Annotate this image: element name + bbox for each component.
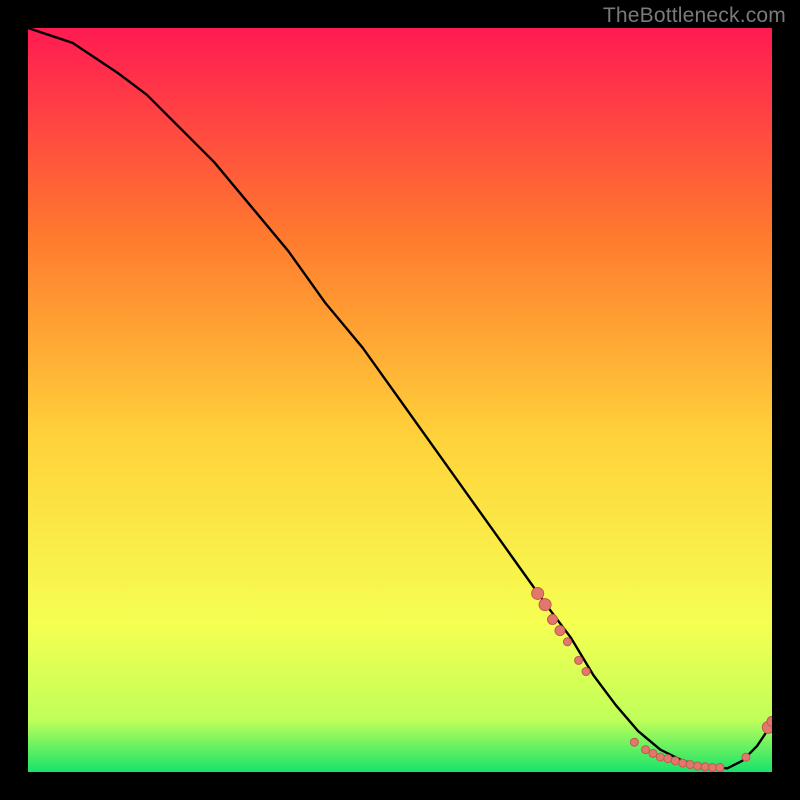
data-marker	[664, 755, 672, 763]
data-marker	[671, 757, 679, 765]
data-marker	[532, 587, 544, 599]
data-marker	[716, 764, 724, 772]
data-marker	[539, 599, 551, 611]
watermark-text: TheBottleneck.com	[603, 4, 786, 28]
plot-area	[28, 28, 772, 772]
data-marker	[575, 656, 583, 664]
chart-svg	[28, 28, 772, 772]
data-marker	[679, 759, 687, 767]
data-marker	[701, 763, 709, 771]
data-marker	[630, 738, 638, 746]
data-marker	[642, 746, 650, 754]
data-marker	[555, 626, 565, 636]
data-marker	[582, 668, 590, 676]
chart-stage: TheBottleneck.com	[0, 0, 800, 800]
data-marker	[694, 762, 702, 770]
data-marker	[742, 753, 750, 761]
data-marker	[649, 749, 657, 757]
data-marker	[548, 614, 558, 624]
data-marker	[686, 761, 694, 769]
data-marker	[708, 764, 716, 772]
data-marker	[656, 753, 664, 761]
data-marker	[563, 638, 571, 646]
